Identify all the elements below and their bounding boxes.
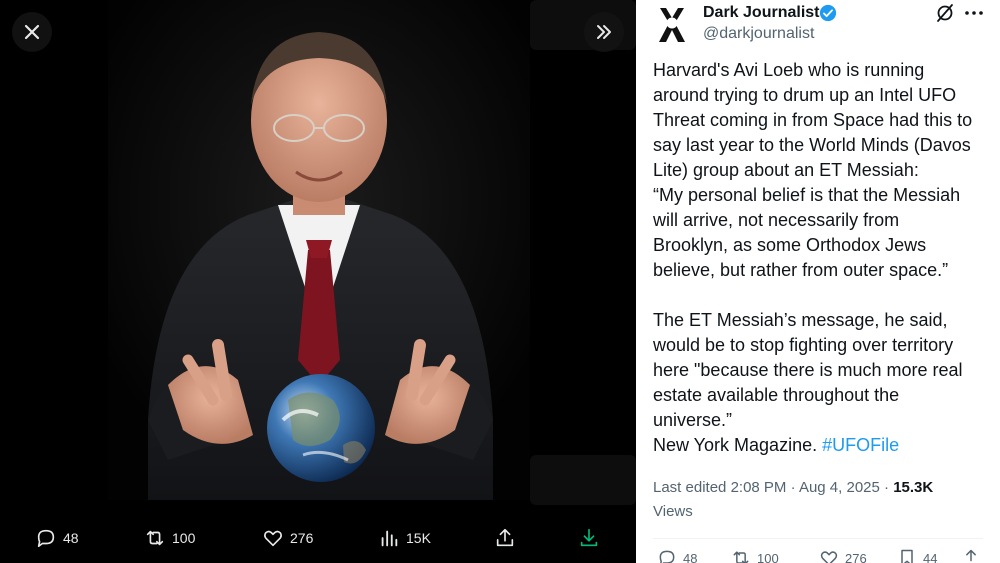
dark-journalist-logo-icon — [659, 8, 685, 42]
author-name[interactable]: Dark Journalist — [703, 4, 819, 22]
tweet-meta: Last edited 2:08 PM · Aug 4, 2025 · 15.3… — [653, 476, 993, 524]
tweet-text-line: Lite) group about an ET Messiah: — [653, 160, 919, 180]
panel-share-button[interactable] — [961, 548, 981, 563]
tweet-text-line: would be to stop fighting over territory — [653, 335, 954, 355]
tweet-detail-panel: Dark Journalist @darkjournalist Harvard'… — [636, 0, 1000, 563]
author-handle[interactable]: @darkjournalist — [703, 25, 814, 43]
views-button[interactable]: 15K — [378, 518, 431, 558]
background-ghost — [530, 455, 636, 505]
panel-repost-button[interactable]: 100 — [731, 548, 779, 563]
panel-like-button[interactable]: 276 — [819, 548, 867, 563]
panel-repost-count: 100 — [757, 550, 779, 563]
panel-reply-count: 48 — [683, 550, 698, 563]
tweet-date[interactable]: Aug 4, 2025 — [799, 479, 880, 496]
tweet-text-line: Harvard's Avi Loeb who is running — [653, 60, 925, 80]
reply-button[interactable]: 48 — [35, 518, 79, 558]
tweet-text-line: around trying to drum up an Intel UFO — [653, 85, 957, 105]
more-options-button[interactable] — [963, 2, 985, 24]
repost-icon — [146, 530, 164, 546]
repost-icon — [733, 551, 749, 563]
like-count: 276 — [290, 530, 314, 546]
media-viewer: 48 100 276 15K — [0, 0, 636, 563]
hashtag-link[interactable]: #UFOFile — [822, 435, 899, 455]
tweet-text-line — [653, 283, 993, 308]
download-button[interactable] — [578, 518, 600, 558]
share-icon — [496, 528, 514, 547]
analytics-icon — [381, 530, 398, 547]
meta-separator: · — [884, 479, 890, 496]
views-count: 15K — [406, 530, 431, 546]
panel-bookmark-count: 44 — [923, 550, 938, 563]
reply-icon — [659, 550, 675, 563]
views-label: Views — [653, 503, 693, 520]
heart-icon — [264, 530, 282, 547]
tweet-time[interactable]: 2:08 PM — [731, 479, 787, 496]
source-text: New York Magazine. — [653, 435, 818, 455]
repost-button[interactable]: 100 — [144, 518, 195, 558]
views-total: 15.3K — [893, 479, 934, 496]
tweet-text-line: Brooklyn, as some Orthodox Jews — [653, 235, 927, 255]
reply-count: 48 — [63, 530, 79, 546]
media-action-bar: 48 100 276 15K — [0, 518, 636, 558]
tweet-action-bar: 48 100 276 44 — [653, 548, 993, 563]
tweet-photo[interactable] — [108, 0, 530, 500]
avatar[interactable] — [652, 4, 692, 44]
close-icon — [24, 24, 40, 40]
meta-separator: · — [790, 479, 796, 496]
tweet-text-line: believe, but rather from outer space.” — [653, 260, 949, 280]
more-horizontal-icon — [965, 11, 983, 15]
repost-count: 100 — [172, 530, 196, 546]
photo-illustration — [108, 0, 530, 500]
panel-reply-button[interactable]: 48 — [657, 548, 697, 563]
tweet-text: Harvard's Avi Loeb who is running around… — [653, 58, 993, 458]
verified-badge-icon — [819, 4, 837, 22]
share-button[interactable] — [494, 518, 516, 558]
tweet-text-last-line: New York Magazine. #UFOFile — [653, 433, 993, 458]
tweet-text-line: say last year to the World Minds (Davos — [653, 135, 971, 155]
bookmark-icon — [901, 549, 913, 563]
tweet-text-line: Threat coming in from Space had this to — [653, 110, 973, 130]
grok-icon — [937, 4, 953, 22]
tweet-text-line: The ET Messiah’s message, he said, — [653, 310, 948, 330]
expand-panel-button[interactable] — [584, 12, 624, 52]
divider — [653, 538, 983, 539]
tweet-timestamp-row: Last edited 2:08 PM · Aug 4, 2025 · 15.3… — [653, 476, 993, 500]
share-icon — [966, 549, 976, 562]
close-button[interactable] — [12, 12, 52, 52]
tweet-text-line: here "because there is much more real — [653, 360, 963, 380]
edited-link[interactable]: Last edited — [653, 479, 726, 496]
tweet-text-line: “My personal belief is that the Messiah — [653, 185, 961, 205]
heart-icon — [820, 551, 838, 563]
reply-icon — [37, 529, 55, 548]
download-icon — [580, 528, 598, 547]
grok-button[interactable] — [934, 2, 956, 24]
chevrons-right-icon — [597, 25, 611, 39]
tweet-text-line: universe.” — [653, 410, 733, 430]
panel-bookmark-button[interactable]: 44 — [897, 548, 937, 563]
tweet-text-line: estate available throughout the — [653, 385, 900, 405]
like-button[interactable]: 276 — [262, 518, 313, 558]
panel-like-count: 276 — [845, 550, 867, 563]
tweet-text-line: will arrive, not necessarily from — [653, 210, 900, 230]
